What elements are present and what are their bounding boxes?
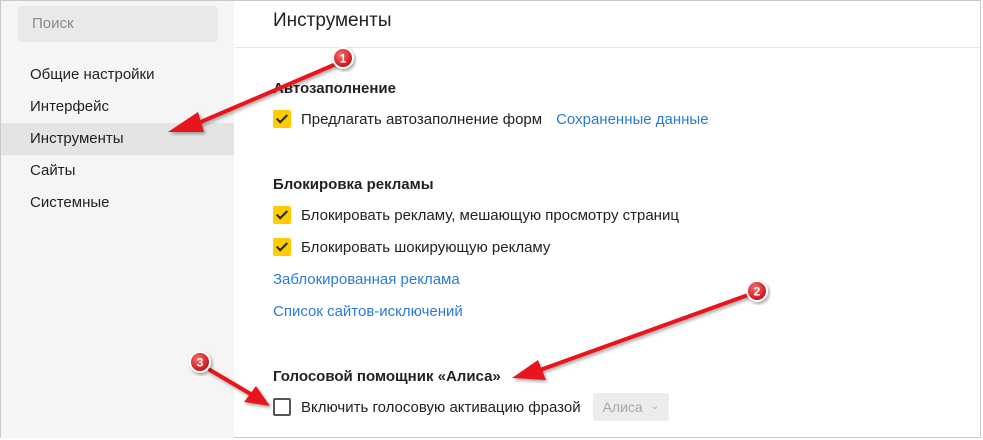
page-title: Инструменты bbox=[273, 10, 392, 31]
voice-activation-checkbox[interactable] bbox=[273, 398, 291, 416]
autofill-section-title: Автозаполнение bbox=[273, 80, 396, 97]
sidebar-nav: Общие настройки Интерфейс Инструменты Са… bbox=[1, 59, 234, 219]
voice-option-row: Включить голосовую активацию фразой Алис… bbox=[273, 393, 670, 421]
adblock-section-title: Блокировка рекламы bbox=[273, 176, 434, 193]
sidebar-item-tools[interactable]: Инструменты bbox=[1, 123, 234, 155]
phrase-select-value: Алиса bbox=[602, 399, 643, 415]
exceptions-list-link[interactable]: Список сайтов-исключений bbox=[273, 303, 463, 320]
phrase-select[interactable]: Алиса ⌄ bbox=[592, 393, 670, 421]
sidebar-item-interface[interactable]: Интерфейс bbox=[1, 91, 234, 123]
adblock-interfering-label[interactable]: Блокировать рекламу, мешающую просмотру … bbox=[301, 207, 679, 224]
chevron-down-icon: ⌄ bbox=[650, 401, 660, 412]
blocked-ads-link[interactable]: Заблокированная реклама bbox=[273, 271, 460, 288]
autofill-option-row: Предлагать автозаполнение форм Сохраненн… bbox=[273, 108, 709, 130]
sidebar: Поиск Общие настройки Интерфейс Инструме… bbox=[1, 1, 234, 438]
adblock-shocking-checkbox[interactable] bbox=[273, 238, 291, 256]
adblock-interfering-checkbox[interactable] bbox=[273, 206, 291, 224]
search-input[interactable]: Поиск bbox=[18, 6, 218, 42]
sidebar-item-system[interactable]: Системные bbox=[1, 187, 234, 219]
autofill-option-label[interactable]: Предлагать автозаполнение форм bbox=[301, 111, 542, 128]
saved-data-link[interactable]: Сохраненные данные bbox=[556, 111, 708, 128]
adblock-option-row: Блокировать рекламу, мешающую просмотру … bbox=[273, 204, 679, 226]
adblock-shocking-label[interactable]: Блокировать шокирующую рекламу bbox=[301, 239, 550, 256]
sidebar-item-sites[interactable]: Сайты bbox=[1, 155, 234, 187]
adblock-option-row: Блокировать шокирующую рекламу bbox=[273, 236, 550, 258]
title-divider bbox=[235, 47, 980, 48]
sidebar-item-general[interactable]: Общие настройки bbox=[1, 59, 234, 91]
voice-section-title: Голосовой помощник «Алиса» bbox=[273, 368, 501, 385]
voice-activation-label[interactable]: Включить голосовую активацию фразой bbox=[301, 399, 581, 416]
autofill-checkbox[interactable] bbox=[273, 110, 291, 128]
